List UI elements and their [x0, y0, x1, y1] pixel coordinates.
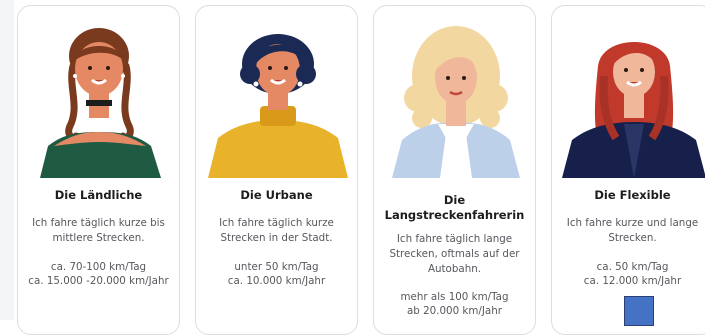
persona-title: Die Langstreckenfahrerin [384, 193, 525, 222]
persona-daily-distance: ca. 50 km/Tag [596, 261, 669, 273]
persona-description: Ich fahre täglich lange Strecken, oftmal… [389, 233, 520, 275]
persona-avatar-flexible [552, 6, 705, 178]
persona-card-laendliche[interactable]: Die Ländliche Ich fahre täglich kurze bi… [17, 5, 180, 335]
persona-title: Die Flexible [594, 188, 671, 202]
persona-description: Ich fahre täglich kurze bis mittlere Str… [32, 217, 165, 244]
persona-title: Die Ländliche [54, 188, 143, 202]
persona-daily-distance: ca. 70-100 km/Tag [50, 261, 147, 273]
persona-card-flexible[interactable]: Die Flexible Ich fahre kurze und lange S… [551, 5, 705, 335]
persona-card-langstreckenfahrerin[interactable]: Die Langstreckenfahrerin Ich fahre tägli… [373, 5, 536, 335]
page-background-strip [0, 0, 14, 320]
persona-yearly-distance: ab 20.000 km/Jahr [407, 305, 502, 317]
persona-description: Ich fahre täglich kurze Strecken in der … [219, 217, 334, 244]
persona-yearly-distance: ca. 10.000 km/Jahr [227, 275, 326, 287]
persona-stats: ca. 50 km/Tag ca. 12.000 km/Jahr [556, 260, 705, 288]
persona-daily-distance: mehr als 100 km/Tag [400, 291, 509, 303]
persona-stats: mehr als 100 km/Tag ab 20.000 km/Jahr [378, 290, 531, 318]
persona-stats: unter 50 km/Tag ca. 10.000 km/Jahr [200, 260, 353, 288]
persona-avatar-urbane [196, 6, 357, 178]
persona-yearly-distance: ca. 15.000 -20.000 km/Jahr [28, 275, 169, 287]
selection-marker[interactable] [624, 296, 654, 326]
persona-yearly-distance: ca. 12.000 km/Jahr [583, 275, 682, 287]
persona-stats: ca. 70-100 km/Tag ca. 15.000 -20.000 km/… [22, 260, 175, 288]
persona-card-urbane[interactable]: Die Urbane Ich fahre täglich kurze Strec… [195, 5, 358, 335]
persona-avatar-langstreckenfahrerin [374, 6, 535, 178]
persona-title: Die Urbane [240, 188, 313, 202]
persona-description: Ich fahre kurze und lange Strecken. [566, 217, 699, 244]
persona-daily-distance: unter 50 km/Tag [234, 261, 319, 273]
persona-avatar-laendliche [18, 6, 179, 178]
